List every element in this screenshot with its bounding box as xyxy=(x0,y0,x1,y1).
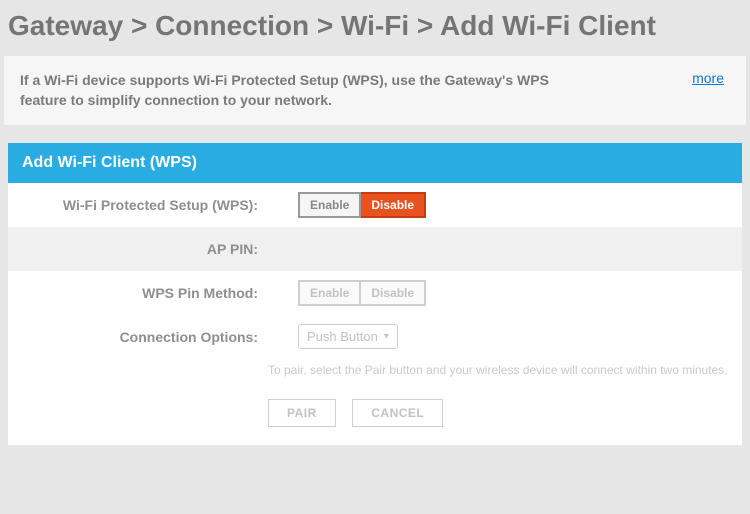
breadcrumb: Gateway > Connection > Wi-Fi > Add Wi-Fi… xyxy=(0,0,750,56)
more-link[interactable]: more xyxy=(692,70,724,86)
row-pin-method: WPS Pin Method: Enable Disable xyxy=(8,271,742,315)
label-wps: Wi-Fi Protected Setup (WPS): xyxy=(8,197,268,213)
pair-button[interactable]: PAIR xyxy=(268,399,336,427)
info-box: If a Wi-Fi device supports Wi-Fi Protect… xyxy=(4,56,746,125)
conn-opt-selected: Push Button xyxy=(307,329,378,344)
conn-opt-select[interactable]: Push Button ▾ xyxy=(298,324,398,349)
panel-wps: Add Wi-Fi Client (WPS) Wi-Fi Protected S… xyxy=(8,143,742,445)
label-pin-method: WPS Pin Method: xyxy=(8,285,268,301)
pin-method-disable-button[interactable]: Disable xyxy=(361,280,426,306)
action-row: PAIR CANCEL xyxy=(8,391,742,445)
panel-header: Add Wi-Fi Client (WPS) xyxy=(8,143,742,183)
row-wps: Wi-Fi Protected Setup (WPS): Enable Disa… xyxy=(8,183,742,227)
wps-toggle: Enable Disable xyxy=(298,192,426,218)
pin-method-toggle: Enable Disable xyxy=(298,280,426,306)
cancel-button[interactable]: CANCEL xyxy=(352,399,443,427)
label-conn-opt: Connection Options: xyxy=(8,329,268,345)
pin-method-enable-button[interactable]: Enable xyxy=(298,280,361,306)
row-conn-opt: Connection Options: Push Button ▾ xyxy=(8,315,742,359)
chevron-down-icon: ▾ xyxy=(384,331,389,342)
wps-disable-button[interactable]: Disable xyxy=(361,192,426,218)
row-ap-pin: AP PIN: xyxy=(8,227,742,271)
wps-enable-button[interactable]: Enable xyxy=(298,192,361,218)
label-ap-pin: AP PIN: xyxy=(8,241,268,257)
info-text: If a Wi-Fi device supports Wi-Fi Protect… xyxy=(20,70,580,111)
pair-hint: To pair, select the Pair button and your… xyxy=(8,359,742,391)
